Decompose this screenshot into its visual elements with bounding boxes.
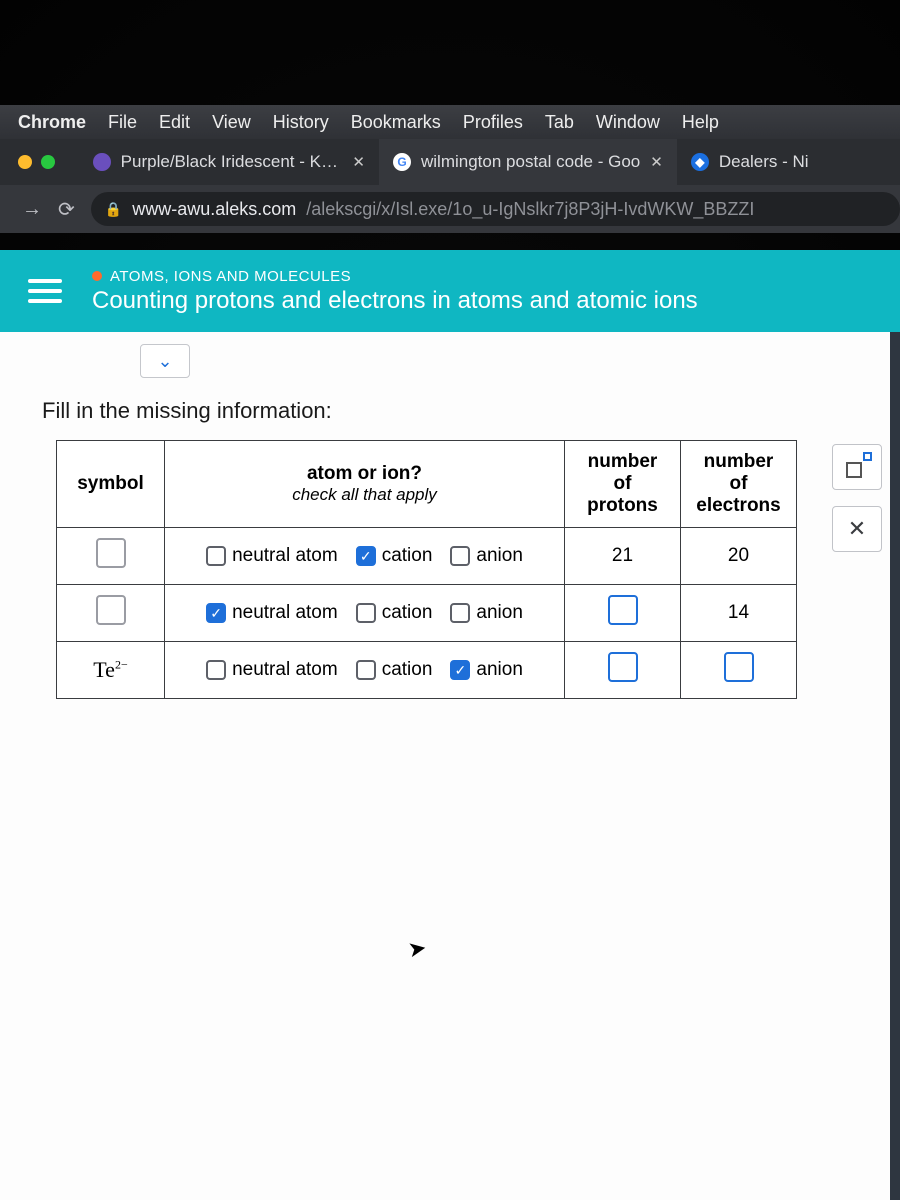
menu-window[interactable]: Window: [596, 112, 660, 133]
lock-icon: 🔒: [105, 201, 122, 218]
cation-checkbox[interactable]: ✓: [356, 546, 376, 566]
checkbox-label: neutral atom: [232, 545, 338, 567]
menu-bookmarks[interactable]: Bookmarks: [351, 112, 441, 133]
checkbox-label: neutral atom: [232, 659, 338, 681]
table-row: Te2− neutral atom cation ✓ anion: [57, 642, 797, 699]
checkbox-label: anion: [476, 659, 523, 681]
chevron-down-icon: ⌄: [157, 351, 172, 372]
protons-input[interactable]: [608, 652, 638, 682]
symbol-input[interactable]: [96, 595, 126, 625]
checkbox-label: cation: [382, 602, 433, 624]
menu-help[interactable]: Help: [682, 112, 719, 133]
reset-button[interactable]: ✕: [832, 506, 882, 552]
url-path: /alekscgi/x/Isl.exe/1o_u-IgNslkr7j8P3jH-…: [306, 199, 754, 220]
symbol-cell: Te2−: [57, 642, 165, 699]
header-electrons: number of electrons: [681, 441, 797, 528]
bullet-icon: [92, 271, 102, 281]
anion-checkbox[interactable]: [450, 546, 470, 566]
table-row: ✓ neutral atom cation anion 14: [57, 585, 797, 642]
checkbox-label: anion: [476, 545, 523, 567]
forward-button[interactable]: →: [22, 198, 42, 221]
browser-tab[interactable]: ◆ Dealers - Ni: [677, 139, 809, 185]
checkbox-label: neutral atom: [232, 602, 338, 624]
menu-icon[interactable]: [28, 279, 62, 303]
close-tab-icon[interactable]: ✕: [650, 153, 663, 171]
content-area: ⌄ Fill in the missing information: symbo…: [0, 332, 900, 1200]
checkbox-label: cation: [382, 659, 433, 681]
superscript-icon: [846, 456, 868, 478]
cation-checkbox[interactable]: [356, 603, 376, 623]
tab-title: Purple/Black Iridescent - KPM: [121, 152, 343, 172]
lesson-title: Counting protons and electrons in atoms …: [92, 287, 698, 315]
close-tab-icon[interactable]: ✕: [352, 153, 365, 171]
tab-title: wilmington postal code - Goo: [421, 152, 640, 172]
table-row: neutral atom ✓ cation anion 21 20: [57, 528, 797, 585]
superscript-tool-button[interactable]: [832, 444, 882, 490]
close-icon: ✕: [848, 516, 866, 542]
tab-title: Dealers - Ni: [719, 152, 809, 172]
ion-table: symbol atom or ion? check all that apply…: [56, 440, 797, 699]
menu-view[interactable]: View: [212, 112, 251, 133]
anion-checkbox[interactable]: ✓: [450, 660, 470, 680]
browser-tab-strip: Purple/Black Iridescent - KPM ✕ G wilmin…: [0, 139, 900, 185]
menu-tab[interactable]: Tab: [545, 112, 574, 133]
electrons-value: 20: [681, 528, 797, 585]
lesson-header: ATOMS, IONS AND MOLECULES Counting proto…: [0, 250, 900, 332]
menu-profiles[interactable]: Profiles: [463, 112, 523, 133]
menu-history[interactable]: History: [273, 112, 329, 133]
menu-edit[interactable]: Edit: [159, 112, 190, 133]
symbol-input[interactable]: [96, 538, 126, 568]
lesson-category: ATOMS, IONS AND MOLECULES: [92, 268, 698, 285]
browser-tab[interactable]: G wilmington postal code - Goo ✕: [379, 139, 677, 185]
address-bar[interactable]: 🔒 www-awu.aleks.com/alekscgi/x/Isl.exe/1…: [91, 192, 900, 226]
neutral-checkbox[interactable]: [206, 546, 226, 566]
neutral-checkbox[interactable]: [206, 660, 226, 680]
checkbox-label: anion: [476, 602, 523, 624]
question-prompt: Fill in the missing information:: [42, 398, 332, 424]
menu-chrome[interactable]: Chrome: [18, 112, 86, 133]
window-traffic-lights[interactable]: [18, 155, 55, 169]
header-protons: number of protons: [565, 441, 681, 528]
collapse-toggle[interactable]: ⌄: [140, 344, 190, 378]
mac-menu-bar[interactable]: Chrome File Edit View History Bookmarks …: [0, 105, 900, 139]
neutral-checkbox[interactable]: ✓: [206, 603, 226, 623]
electrons-input[interactable]: [724, 652, 754, 682]
favicon-icon: ◆: [691, 153, 709, 171]
browser-tab[interactable]: Purple/Black Iridescent - KPM ✕: [79, 139, 379, 185]
header-symbol: symbol: [57, 441, 165, 528]
zoom-button[interactable]: [41, 155, 55, 169]
cation-checkbox[interactable]: [356, 660, 376, 680]
url-host: www-awu.aleks.com: [132, 199, 296, 220]
menu-file[interactable]: File: [108, 112, 137, 133]
anion-checkbox[interactable]: [450, 603, 470, 623]
minimize-button[interactable]: [18, 155, 32, 169]
protons-input[interactable]: [608, 595, 638, 625]
browser-toolbar: → ⟳ 🔒 www-awu.aleks.com/alekscgi/x/Isl.e…: [0, 185, 900, 233]
favicon-icon: [93, 153, 111, 171]
right-panel-edge: [890, 332, 900, 1200]
protons-value: 21: [565, 528, 681, 585]
electrons-value: 14: [681, 585, 797, 642]
favicon-icon: G: [393, 153, 411, 171]
checkbox-label: cation: [382, 545, 433, 567]
reload-button[interactable]: ⟳: [58, 197, 75, 222]
header-atom-or-ion: atom or ion? check all that apply: [165, 441, 565, 528]
